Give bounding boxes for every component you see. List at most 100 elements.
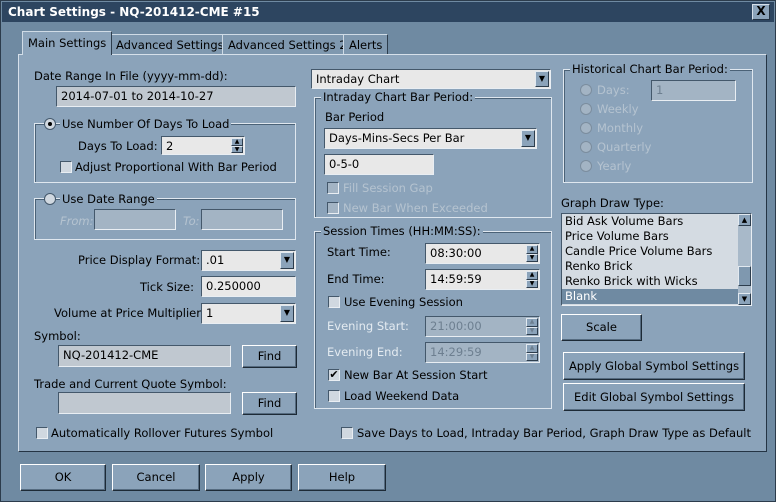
evening-end-label: Evening End: [327, 345, 403, 359]
scrollbar-thumb[interactable] [738, 266, 751, 286]
evening-end-field[interactable]: 14:29:59 ▲ ▼ [425, 342, 540, 363]
spin-down-icon[interactable]: ▼ [231, 145, 243, 153]
yearly-radio[interactable] [580, 160, 592, 172]
quarterly-radio[interactable] [580, 141, 592, 153]
price-display-select[interactable]: .01 ▼ [201, 250, 296, 271]
new-bar-exceeded-checkbox[interactable] [327, 202, 339, 214]
apply-global-symbol-settings-button[interactable]: Apply Global Symbol Settings [563, 352, 745, 380]
spin-down-icon[interactable]: ▼ [526, 352, 538, 361]
spin-down-icon[interactable]: ▼ [526, 253, 538, 262]
chart-type-select[interactable]: Intraday Chart ▼ [311, 69, 551, 89]
days-radio[interactable] [580, 84, 592, 96]
evening-end-spin[interactable]: ▲ ▼ [526, 344, 538, 361]
apply-button[interactable]: Apply [205, 464, 292, 491]
close-button[interactable]: X [752, 4, 770, 20]
load-weekend-checkbox[interactable] [328, 390, 340, 402]
chevron-down-icon[interactable]: ▼ [521, 130, 535, 147]
new-bar-session-label: New Bar At Session Start [344, 368, 488, 382]
graph-draw-type-scrollbar[interactable]: ▲ ▼ [738, 214, 751, 305]
weekly-radio[interactable] [580, 103, 592, 115]
chevron-down-icon[interactable]: ▼ [280, 252, 294, 269]
bar-period-type-select[interactable]: Days-Mins-Secs Per Bar ▼ [324, 128, 537, 149]
symbol-find-button[interactable]: Find [242, 345, 297, 368]
date-range-field: 2014-07-01 to 2014-10-27 [56, 86, 296, 107]
to-label: To: [183, 214, 200, 228]
tab-advanced-settings-2[interactable]: Advanced Settings 2 [222, 34, 353, 54]
chevron-down-icon[interactable]: ▼ [280, 305, 294, 322]
session-times-title: Session Times (HH:MM:SS): [321, 224, 483, 238]
days-to-load-radio[interactable] [44, 118, 56, 130]
bar-period-value-field[interactable]: 0-5-0 [324, 154, 434, 175]
from-date-field[interactable] [94, 209, 176, 230]
quote-symbol-find-button[interactable]: Find [242, 392, 297, 415]
quote-symbol-label: Trade and Current Quote Symbol: [34, 377, 227, 391]
days-to-load-spin[interactable]: ▲ ▼ [231, 138, 243, 153]
evening-start-spin[interactable]: ▲ ▼ [526, 318, 538, 335]
start-time-label: Start Time: [327, 245, 391, 259]
monthly-radio[interactable] [580, 122, 592, 134]
spin-up-icon[interactable]: ▲ [526, 245, 538, 254]
spin-up-icon[interactable]: ▲ [526, 318, 538, 327]
spin-down-icon[interactable]: ▼ [526, 326, 538, 335]
use-date-range-radio[interactable] [44, 193, 56, 205]
help-button[interactable]: Help [298, 464, 386, 491]
list-item[interactable]: Candle Price Volume Bars [562, 244, 751, 259]
evening-session-checkbox[interactable] [328, 296, 340, 308]
spin-up-icon[interactable]: ▲ [526, 271, 538, 280]
window-title: Chart Settings - NQ-201412-CME #15 [8, 5, 260, 19]
evening-start-field[interactable]: 21:00:00 ▲ ▼ [425, 316, 540, 337]
days-radio-label: Days: [597, 83, 630, 97]
spin-up-icon[interactable]: ▲ [231, 138, 243, 146]
title-bar[interactable]: Chart Settings - NQ-201412-CME #15 X [2, 2, 774, 22]
quote-symbol-field[interactable] [58, 392, 231, 414]
historical-days-field[interactable]: 1 [651, 80, 736, 101]
auto-rollover-checkbox[interactable] [36, 427, 48, 439]
tab-main-settings[interactable]: Main Settings [22, 31, 113, 55]
start-time-value: 08:30:00 [430, 246, 482, 260]
to-date-field[interactable] [201, 209, 283, 230]
price-display-label: Price Display Format: [78, 253, 201, 267]
start-time-spin[interactable]: ▲ ▼ [526, 245, 538, 262]
adjust-proportional-label: Adjust Proportional With Bar Period [75, 160, 277, 174]
save-defaults-checkbox[interactable] [341, 427, 353, 439]
scale-button[interactable]: Scale [561, 314, 642, 341]
new-bar-session-checkbox[interactable]: ✔ [328, 369, 340, 381]
fill-session-gap-checkbox[interactable] [327, 182, 339, 194]
monthly-label: Monthly [597, 121, 644, 135]
scroll-up-icon[interactable]: ▲ [738, 214, 751, 226]
volume-multiplier-select[interactable]: 1 ▼ [201, 303, 296, 324]
tick-size-field[interactable]: 0.250000 [201, 276, 296, 297]
spin-down-icon[interactable]: ▼ [526, 279, 538, 288]
tick-size-label: Tick Size: [140, 280, 194, 294]
tab-alerts[interactable]: Alerts [343, 34, 389, 54]
list-item[interactable]: Price Volume Bars [562, 229, 751, 244]
start-time-field[interactable]: 08:30:00 ▲ ▼ [425, 243, 540, 264]
days-to-load-value: 2 [166, 139, 174, 153]
days-to-load-label: Days To Load: [78, 139, 158, 153]
edit-global-symbol-settings-button[interactable]: Edit Global Symbol Settings [563, 383, 745, 411]
chevron-down-icon[interactable]: ▼ [535, 71, 549, 87]
yearly-label: Yearly [597, 159, 632, 173]
volume-multiplier-label: Volume at Price Multiplier: [54, 306, 205, 320]
symbol-label: Symbol: [34, 329, 81, 343]
volume-multiplier-value: 1 [206, 306, 214, 320]
graph-draw-type-list[interactable]: Bid Ask Volume Bars Price Volume Bars Ca… [561, 213, 752, 306]
days-to-load-stepper[interactable]: 2 ▲ ▼ [161, 136, 245, 155]
historical-bar-period-title: Historical Chart Bar Period: [570, 62, 730, 76]
end-time-field[interactable]: 14:59:59 ▲ ▼ [425, 269, 540, 290]
ok-button[interactable]: OK [20, 464, 106, 491]
tab-advanced-settings[interactable]: Advanced Settings [110, 34, 230, 54]
use-date-range-label: Use Date Range [60, 192, 157, 206]
bar-period-label: Bar Period [325, 110, 385, 124]
symbol-field[interactable]: NQ-201412-CME [58, 345, 231, 367]
list-item[interactable]: Bid Ask Volume Bars [562, 214, 751, 229]
end-time-spin[interactable]: ▲ ▼ [526, 271, 538, 288]
list-item[interactable]: Renko Brick with Wicks [562, 274, 751, 289]
list-item-selected[interactable]: Blank [562, 289, 751, 304]
spin-up-icon[interactable]: ▲ [526, 344, 538, 353]
list-item[interactable]: Renko Brick [562, 259, 751, 274]
save-defaults-label: Save Days to Load, Intraday Bar Period, … [357, 426, 752, 440]
scroll-down-icon[interactable]: ▼ [738, 293, 751, 305]
cancel-button[interactable]: Cancel [112, 464, 200, 491]
adjust-proportional-checkbox[interactable] [60, 161, 72, 173]
